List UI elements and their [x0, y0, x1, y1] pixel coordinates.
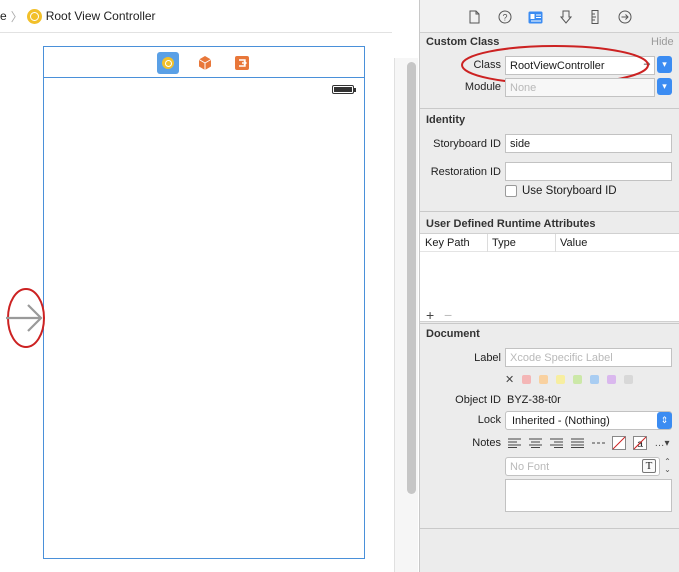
- label-field[interactable]: Xcode Specific Label: [505, 348, 672, 367]
- storyboard-canvas[interactable]: e 〉 Root View Controller: [0, 0, 418, 572]
- document-heading: Document: [426, 328, 480, 340]
- first-responder-icon[interactable]: [194, 52, 216, 74]
- runtime-attributes-table[interactable]: Key Path Type Value: [420, 233, 679, 322]
- quick-help-icon[interactable]: ?: [497, 9, 513, 25]
- inspector-toolbar: ?: [420, 0, 679, 33]
- object-id-label: Object ID: [455, 394, 501, 406]
- view-controller-scene[interactable]: [43, 46, 365, 559]
- file-inspector-icon[interactable]: [466, 9, 482, 25]
- view-controller-icon: [26, 8, 42, 24]
- divider: [555, 234, 556, 252]
- initial-view-controller-arrow-icon[interactable]: [6, 287, 46, 349]
- object-id-value: BYZ-38-t0r: [507, 394, 561, 406]
- font-placeholder: No Font: [510, 460, 550, 473]
- hide-button[interactable]: Hide: [651, 36, 674, 48]
- notes-textarea[interactable]: [505, 479, 672, 512]
- restoration-id-label: Restoration ID: [430, 166, 501, 178]
- storyboard-id-value: side: [510, 137, 531, 150]
- runtime-attributes-heading: User Defined Runtime Attributes: [426, 218, 596, 230]
- scene-dock: [44, 47, 364, 78]
- use-storyboard-id-label[interactable]: Use Storyboard ID: [522, 185, 617, 197]
- remove-attribute-button[interactable]: −: [444, 307, 452, 323]
- label-label: Label: [474, 352, 501, 364]
- column-header-key-path[interactable]: Key Path: [425, 237, 470, 249]
- identity-inspector-icon[interactable]: [527, 9, 543, 25]
- divider: [487, 234, 488, 252]
- label-color-red[interactable]: [522, 374, 532, 384]
- column-header-value[interactable]: Value: [560, 237, 587, 249]
- class-dropdown-button[interactable]: ▾: [657, 56, 672, 73]
- battery-icon: [332, 85, 356, 94]
- divider: [420, 211, 679, 212]
- view-controller-icon[interactable]: [157, 52, 179, 74]
- align-justify-icon[interactable]: [568, 436, 586, 450]
- lock-label: Lock: [477, 414, 501, 426]
- align-center-icon[interactable]: [526, 436, 544, 450]
- label-color-swatches: ✕: [505, 372, 634, 386]
- connections-inspector-icon[interactable]: [617, 9, 633, 25]
- align-left-icon[interactable]: [505, 436, 523, 450]
- clear-label-color-button[interactable]: ✕: [505, 373, 514, 386]
- column-header-type[interactable]: Type: [492, 237, 516, 249]
- lock-dropdown-button[interactable]: ⇕: [657, 412, 672, 429]
- identity-inspector: ? Custom Class Hide Class RootViewContro…: [419, 0, 679, 572]
- use-storyboard-id-checkbox[interactable]: [505, 185, 517, 197]
- add-attribute-button[interactable]: +: [426, 307, 434, 323]
- divider: [420, 528, 679, 529]
- module-label: Module: [464, 81, 501, 93]
- size-inspector-icon[interactable]: [587, 9, 603, 25]
- label-color-orange[interactable]: [539, 374, 549, 384]
- lock-popup[interactable]: Inherited - (Nothing): [505, 411, 672, 430]
- font-size-stepper[interactable]: ⌃ ⌄: [663, 458, 672, 474]
- align-right-icon[interactable]: [547, 436, 565, 450]
- background-color-icon[interactable]: a: [631, 436, 649, 450]
- align-natural-icon[interactable]: [589, 436, 607, 450]
- notes-label: Notes: [472, 437, 501, 449]
- label-color-green[interactable]: [573, 374, 583, 384]
- canvas-scroll-thumb[interactable]: [407, 62, 416, 494]
- storyboard-id-field[interactable]: side: [505, 134, 672, 153]
- divider: [420, 323, 679, 324]
- table-header: Key Path Type Value: [420, 234, 679, 252]
- label-color-purple[interactable]: [607, 374, 617, 384]
- module-field[interactable]: None: [505, 78, 655, 97]
- lock-value: Inherited - (Nothing): [512, 414, 610, 427]
- notes-format-toolbar: a …▾: [505, 435, 672, 451]
- label-placeholder: Xcode Specific Label: [510, 351, 613, 364]
- font-picker-icon[interactable]: T: [642, 459, 656, 473]
- identity-heading: Identity: [426, 114, 466, 126]
- module-placeholder: None: [510, 81, 537, 94]
- breadcrumb-title[interactable]: Root View Controller: [46, 9, 156, 23]
- attributes-inspector-icon[interactable]: [558, 9, 574, 25]
- exit-icon[interactable]: [231, 52, 253, 74]
- label-color-yellow[interactable]: [556, 374, 566, 384]
- breadcrumb-fragment[interactable]: e: [0, 9, 7, 23]
- storyboard-id-label: Storyboard ID: [433, 138, 501, 150]
- text-color-icon[interactable]: [610, 436, 628, 450]
- svg-text:?: ?: [502, 13, 507, 23]
- divider: [420, 108, 679, 109]
- label-color-blue[interactable]: [590, 374, 600, 384]
- chevron-right-icon: 〉: [10, 9, 23, 24]
- breadcrumb: e 〉 Root View Controller: [0, 5, 300, 27]
- divider: [0, 32, 392, 33]
- font-field[interactable]: No Font: [505, 457, 660, 476]
- more-options-icon[interactable]: …▾: [652, 436, 672, 450]
- label-color-gray[interactable]: [624, 374, 634, 384]
- restoration-id-field[interactable]: [505, 162, 672, 181]
- module-dropdown-button[interactable]: ▾: [657, 78, 672, 95]
